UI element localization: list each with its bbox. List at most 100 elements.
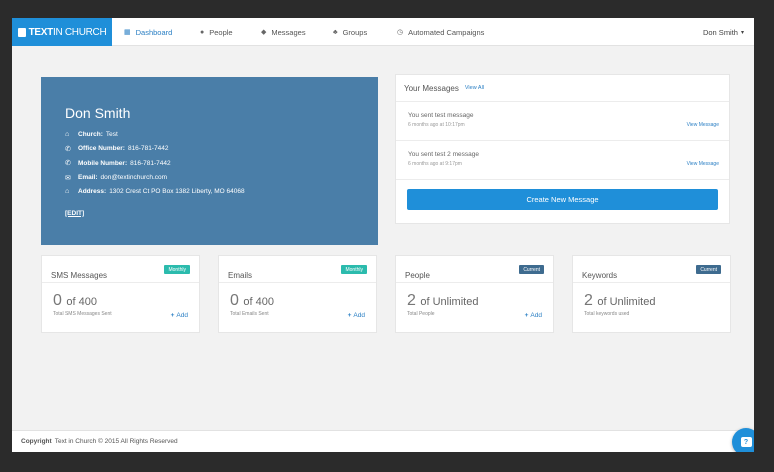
nav-label: People (209, 27, 233, 37)
card-subtitle: Total People (407, 311, 435, 317)
office-label: Office Number: (78, 145, 125, 152)
card-limit: of Unlimited (420, 296, 479, 308)
page-footer: Copyright Text in Church © 2015 All Righ… (12, 430, 754, 452)
footer-text: Text in Church © 2015 All Rights Reserve… (54, 438, 178, 445)
phone-icon: ✆ (65, 145, 71, 153)
period-badge: Monthly (164, 265, 190, 274)
card-body: 0 of 400 Total SMS Messages Sent + Add (42, 283, 199, 319)
logo-mark-icon (17, 27, 26, 37)
nav-item-people[interactable]: ● People (200, 18, 233, 46)
card-subtitle: Total keywords used (584, 311, 630, 317)
card-count-line: 0 of 400 (53, 292, 188, 310)
card-count: 0 (230, 292, 239, 309)
brand-text-light: IN CHURCH (52, 26, 107, 38)
card-header: People Current (396, 256, 553, 283)
app-window: TEXT IN CHURCH ▦ Dashboard ● People ◆ Mes… (12, 18, 754, 452)
address-value: 1302 Crest Ct PO Box 1382 Liberty, MO 64… (109, 188, 245, 195)
period-badge: Current (696, 265, 721, 274)
profile-church-row: ⌂ Church: Test (65, 131, 354, 138)
card-limit: of 400 (66, 296, 97, 308)
help-chat-button[interactable]: ? (732, 428, 754, 452)
stat-card-keywords: Keywords Current 2 of Unlimited Total ke… (572, 255, 731, 333)
profile-office-row: ✆ Office Number: 816-781-7442 (65, 145, 354, 153)
nav-item-dashboard[interactable]: ▦ Dashboard (124, 18, 172, 46)
edit-profile-link[interactable]: [EDIT] (65, 210, 84, 217)
email-label: Email: (78, 174, 98, 181)
profile-mobile-row: ✆ Mobile Number: 816-781-7442 (65, 159, 354, 168)
comments-icon: ◆ (261, 29, 267, 36)
brand-logo[interactable]: TEXT IN CHURCH (12, 18, 112, 46)
message-time: 6 months ago at 10:17pm (408, 122, 465, 128)
user-menu[interactable]: Don Smith ▾ (703, 18, 744, 46)
add-label: Add (176, 312, 188, 319)
view-message-link[interactable]: View Message (687, 122, 719, 128)
nav-label: Automated Campaigns (408, 27, 485, 37)
nav-label: Dashboard (135, 27, 173, 37)
card-limit: of Unlimited (597, 296, 656, 308)
message-text: You sent test message (408, 112, 474, 119)
card-subtitle: Total SMS Messages Sent (53, 311, 112, 317)
add-emails-button[interactable]: + Add (348, 312, 365, 319)
plus-icon: + (524, 312, 529, 319)
card-count-line: 2 of Unlimited (584, 292, 719, 310)
card-body: 2 of Unlimited Total People + Add (396, 283, 553, 319)
period-badge: Current (519, 265, 544, 274)
chevron-down-icon: ▾ (740, 29, 744, 36)
message-item: You sent test message 6 months ago at 10… (396, 102, 729, 141)
grid-icon: ▦ (124, 29, 131, 36)
period-badge: Monthly (341, 265, 367, 274)
card-title: Keywords (582, 271, 618, 280)
create-new-message-button[interactable]: Create New Message (407, 189, 718, 210)
view-all-link[interactable]: View All (465, 85, 484, 91)
envelope-icon: ✉ (65, 174, 71, 182)
mobile-label: Mobile Number: (78, 159, 128, 167)
nav-label: Groups (342, 27, 368, 37)
message-text: You sent test 2 message (408, 151, 479, 158)
messages-title: Your Messages (404, 83, 459, 93)
office-value: 816-781-7442 (127, 145, 169, 152)
nav-item-groups[interactable]: ♣ Groups (333, 18, 367, 46)
card-title: People (405, 271, 430, 280)
card-body: 0 of 400 Total Emails Sent + Add (219, 283, 376, 319)
footer-copyright-label: Copyright (21, 438, 52, 445)
clock-icon: ◷ (397, 29, 404, 36)
add-people-button[interactable]: + Add (525, 312, 542, 319)
card-header: Keywords Current (573, 256, 730, 283)
card-title: SMS Messages (51, 271, 108, 280)
stat-card-emails: Emails Monthly 0 of 400 Total Emails Sen… (218, 255, 377, 333)
church-value: Test (105, 131, 118, 138)
messages-header: Your Messages View All (396, 75, 729, 102)
chat-bubble-icon: ? (740, 437, 752, 447)
card-title: Emails (228, 271, 253, 280)
profile-name: Don Smith (65, 105, 131, 121)
add-sms-button[interactable]: + Add (171, 312, 188, 319)
card-header: SMS Messages Monthly (42, 256, 199, 283)
nav-item-automated-campaigns[interactable]: ◷ Automated Campaigns (397, 18, 484, 46)
card-count: 2 (407, 292, 416, 309)
plus-icon: + (170, 312, 175, 319)
user-name: Don Smith (702, 27, 738, 37)
group-icon: ♣ (333, 28, 338, 36)
person-icon: ● (200, 28, 205, 36)
church-label: Church: (78, 131, 103, 138)
card-count-line: 0 of 400 (230, 292, 365, 310)
phone-icon: ✆ (65, 160, 71, 167)
card-count-line: 2 of Unlimited (407, 292, 542, 310)
top-navigation: TEXT IN CHURCH ▦ Dashboard ● People ◆ Mes… (12, 18, 754, 46)
message-item: You sent test 2 message 6 months ago at … (396, 141, 729, 180)
card-count: 2 (584, 292, 593, 309)
view-message-link[interactable]: View Message (687, 161, 719, 167)
profile-card: Don Smith ⌂ Church: Test ✆ Office Number… (41, 77, 378, 245)
nav-label: Messages (271, 27, 306, 37)
card-body: 2 of Unlimited Total keywords used (573, 283, 730, 317)
profile-address-row: ⌂ Address: 1302 Crest Ct PO Box 1382 Lib… (65, 188, 354, 195)
add-label: Add (353, 312, 365, 319)
messages-panel: Your Messages View All You sent test mes… (395, 74, 730, 224)
nav-item-messages[interactable]: ◆ Messages (261, 18, 306, 46)
card-subtitle: Total Emails Sent (230, 311, 269, 317)
brand-text-bold: TEXT (28, 26, 54, 38)
church-icon: ⌂ (65, 131, 70, 138)
plus-icon: + (347, 312, 352, 319)
email-value: don@textinchurch.com (100, 174, 168, 181)
stat-card-people: People Current 2 of Unlimited Total Peop… (395, 255, 554, 333)
